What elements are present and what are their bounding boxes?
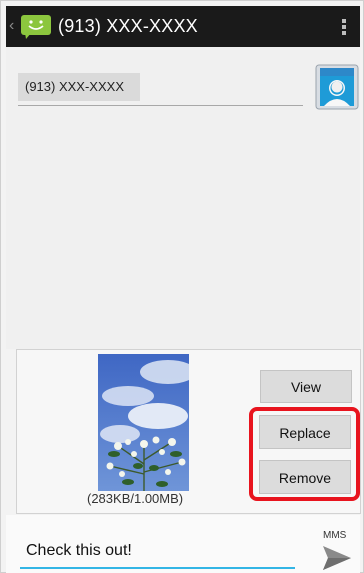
- mms-label: MMS: [323, 530, 347, 541]
- action-bar: ‹ (913) XXX-XXXX: [6, 6, 360, 47]
- attachment-size-label: (283KB/1.00MB): [87, 491, 184, 506]
- view-button[interactable]: View: [260, 370, 352, 403]
- messaging-app-icon[interactable]: [17, 13, 53, 40]
- send-icon[interactable]: [322, 545, 352, 571]
- chevron-left-icon[interactable]: ‹: [9, 18, 14, 34]
- recipient-chip[interactable]: (913) XXX-XXXX: [18, 73, 140, 101]
- recipient-field-underline: [18, 105, 303, 106]
- message-input[interactable]: Check this out!: [20, 531, 295, 569]
- overflow-menu-icon[interactable]: [342, 19, 346, 35]
- highlight-box: [249, 407, 360, 501]
- screen: ‹ (913) XXX-XXXX (913) XXX-XXXX (283KB/1…: [0, 0, 364, 573]
- conversation-title: (913) XXX-XXXX: [58, 16, 198, 36]
- contact-card-icon[interactable]: [315, 64, 359, 110]
- attachment-image-thumbnail[interactable]: [98, 354, 189, 491]
